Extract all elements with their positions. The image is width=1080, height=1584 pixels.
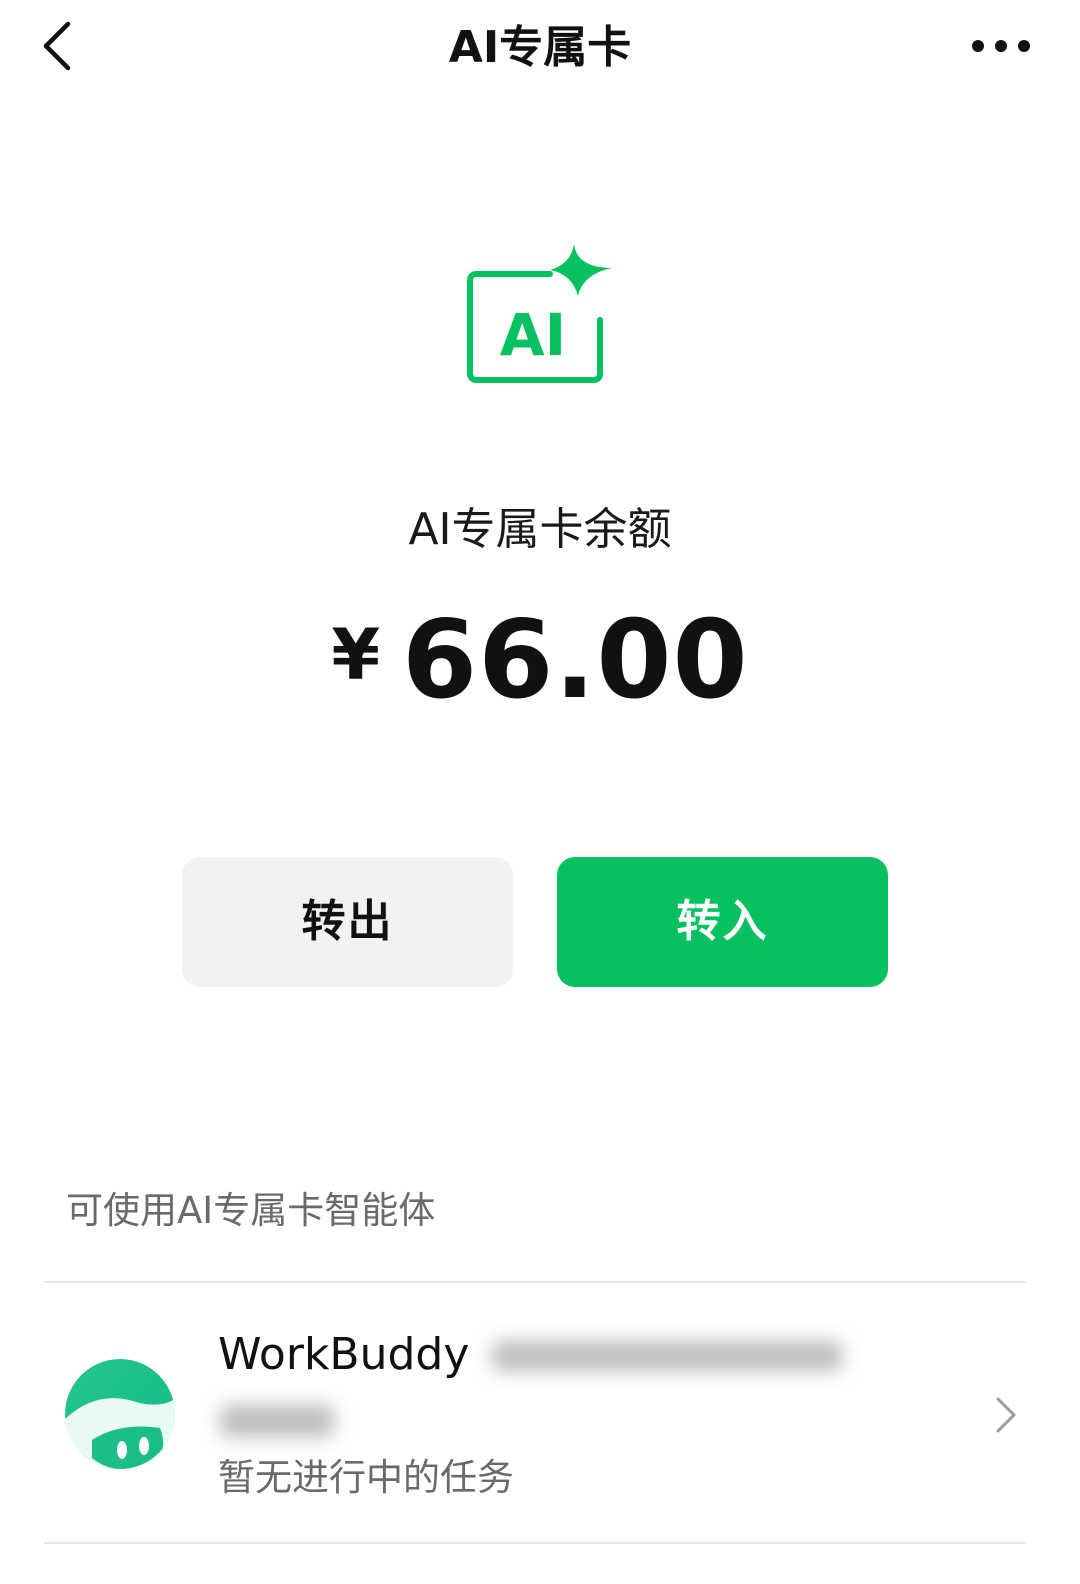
redacted-text <box>492 1341 842 1371</box>
more-button[interactable] <box>968 24 1034 68</box>
divider <box>44 1542 1026 1544</box>
ai-card-page: AI专属卡 AI AI专属卡余额 ¥66.00 转出 转入 可使用AI专属卡智能… <box>0 0 1080 1584</box>
workbuddy-avatar-icon <box>65 1359 175 1469</box>
ai-logo-text: AI <box>500 301 566 369</box>
transfer-in-button[interactable]: 转入 <box>557 857 888 987</box>
balance-label: AI专属卡余额 <box>408 504 672 555</box>
more-horizontal-icon <box>972 40 1030 52</box>
balance-amount: 66.00 <box>402 598 749 723</box>
transfer-out-button[interactable]: 转出 <box>182 857 513 987</box>
chevron-right-icon <box>996 1397 1016 1433</box>
currency-symbol: ¥ <box>331 614 381 696</box>
page-title: AI专属卡 <box>448 22 632 73</box>
agent-status: 暂无进行中的任务 <box>218 1456 514 1499</box>
redacted-text <box>220 1405 334 1437</box>
ai-sparkle-icon: AI <box>467 244 612 383</box>
agent-list-item[interactable]: WorkBuddy 暂无进行中的任务 <box>44 1283 1026 1541</box>
ai-card-logo: AI <box>458 238 618 388</box>
agents-section-title: 可使用AI专属卡智能体 <box>66 1189 436 1232</box>
balance-amount-row: ¥66.00 <box>0 596 1080 726</box>
agent-name: WorkBuddy <box>218 1329 470 1380</box>
